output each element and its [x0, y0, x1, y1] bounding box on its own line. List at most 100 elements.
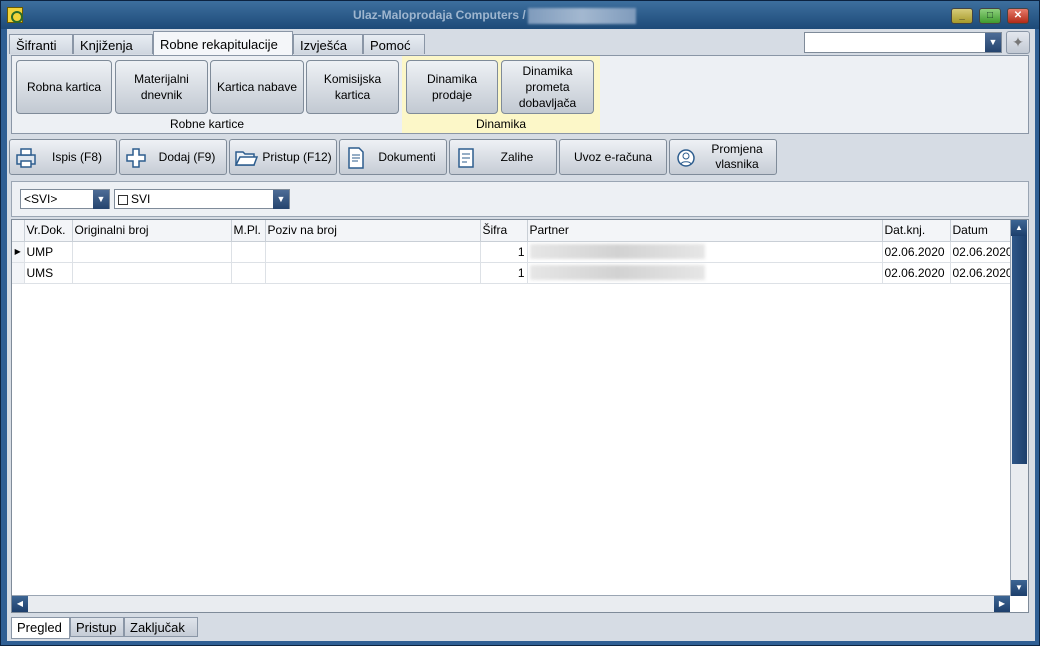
- main-window: Ulaz-Maloprodaja Computers / _ □ ✕ Šifra…: [0, 0, 1040, 646]
- documents-table: Vr.Dok. Originalni broj M.Pl. Poziv na b…: [12, 220, 1011, 284]
- cell-poziv-na-broj[interactable]: [265, 241, 481, 263]
- promjena-vlasnika-button[interactable]: Promjena vlasnika: [669, 139, 777, 175]
- scroll-right-icon[interactable]: ▶: [994, 596, 1010, 612]
- column-header[interactable]: Partner: [527, 220, 883, 242]
- table-row[interactable]: ▶ UMP 1 02.06.2020 02.06.2020: [12, 241, 1011, 263]
- cell-sifra[interactable]: 1: [480, 241, 528, 263]
- scroll-up-icon[interactable]: ▲: [1011, 220, 1027, 236]
- chevron-down-icon[interactable]: ▼: [273, 190, 289, 209]
- cell-partner[interactable]: [527, 262, 883, 284]
- tab-pomoc[interactable]: Pomoć: [363, 34, 425, 54]
- cell-originalni-broj[interactable]: [72, 262, 232, 284]
- ribbon-group-robne-kartice: Robna kartica Materijalni dnevnik Kartic…: [14, 56, 400, 133]
- tab-sifranti[interactable]: Šifranti: [9, 34, 73, 54]
- ribbon-group-label: Robne kartice: [169, 117, 245, 131]
- ribbon-group-label: Dinamika: [475, 117, 526, 131]
- horizontal-scrollbar[interactable]: ◀ ▶: [12, 595, 1010, 612]
- cell-datum[interactable]: 02.06.2020: [950, 241, 1011, 263]
- document-type-filter-value: <SVI>: [24, 192, 58, 206]
- folder-open-icon: [234, 151, 258, 166]
- client-area: Šifranti Knjiženja Robne rekapitulacije …: [7, 29, 1035, 641]
- close-button[interactable]: ✕: [1007, 8, 1029, 24]
- quick-search-combo[interactable]: ▼: [804, 32, 1002, 53]
- minimize-button[interactable]: _: [951, 8, 973, 24]
- kartica-nabave-button[interactable]: Kartica nabave: [210, 60, 304, 114]
- documents-grid: Vr.Dok. Originalni broj M.Pl. Poziv na b…: [11, 219, 1029, 613]
- uvoz-e-racuna-label: Uvoz e-računa: [573, 149, 653, 164]
- promjena-vlasnika-label: Promjena vlasnika: [711, 142, 763, 171]
- row-indicator-header: [12, 220, 25, 242]
- cell-mpl[interactable]: [231, 241, 266, 263]
- row-indicator: [12, 262, 25, 284]
- document-icon: [348, 147, 364, 169]
- pristup-label: Pristup (F12): [262, 149, 332, 164]
- toolbar: Ispis (F8) Dodaj (F9) Pristup (F12) Doku…: [9, 139, 1033, 177]
- column-header[interactable]: Šifra: [480, 220, 528, 242]
- redacted-partner: [529, 244, 705, 260]
- tab-pristup[interactable]: Pristup: [70, 617, 124, 637]
- ribbon: Robna kartica Materijalni dnevnik Kartic…: [11, 55, 1029, 134]
- scroll-thumb[interactable]: [1012, 236, 1027, 464]
- partner-filter[interactable]: SVI ▼: [114, 189, 290, 209]
- app-logo-icon: [7, 7, 23, 23]
- column-header[interactable]: Originalni broj: [72, 220, 232, 242]
- title-bar[interactable]: Ulaz-Maloprodaja Computers / _ □ ✕: [1, 1, 1039, 29]
- zalihe-label: Zalihe: [500, 149, 534, 164]
- printer-icon: [16, 148, 36, 168]
- document-type-filter[interactable]: <SVI> ▼: [20, 189, 110, 209]
- uvoz-e-racuna-button[interactable]: Uvoz e-računa: [559, 139, 667, 175]
- materijalni-dnevnik-button[interactable]: Materijalni dnevnik: [115, 60, 208, 114]
- dodaj-button[interactable]: Dodaj (F9): [119, 139, 227, 175]
- ispis-button[interactable]: Ispis (F8): [9, 139, 117, 175]
- komisijska-kartica-button[interactable]: Komisijska kartica: [306, 60, 399, 114]
- dodaj-label: Dodaj (F9): [158, 149, 216, 164]
- dinamika-prometa-dobavljaca-button[interactable]: Dinamika prometa dobavljača: [501, 60, 594, 114]
- cell-partner[interactable]: [527, 241, 883, 263]
- tab-robne-rekapitulacije[interactable]: Robne rekapitulacije: [153, 31, 293, 55]
- cell-datknj[interactable]: 02.06.2020: [882, 262, 951, 284]
- dinamika-prodaje-button[interactable]: Dinamika prodaje: [406, 60, 498, 114]
- redacted-partner: [529, 265, 705, 281]
- plus-icon: [126, 148, 146, 168]
- tab-zakljucak[interactable]: Zaključak: [124, 617, 198, 637]
- tab-pregled[interactable]: Pregled: [11, 617, 70, 639]
- cell-vrdok[interactable]: UMS: [24, 262, 73, 284]
- zalihe-button[interactable]: Zalihe: [449, 139, 557, 175]
- column-header[interactable]: Vr.Dok.: [24, 220, 73, 242]
- cell-poziv-na-broj[interactable]: [265, 262, 481, 284]
- change-owner-icon: [677, 149, 695, 167]
- maximize-button[interactable]: □: [979, 8, 1001, 24]
- table-row[interactable]: UMS 1 02.06.2020 02.06.2020: [12, 262, 1011, 284]
- tab-knjizenja[interactable]: Knjiženja: [73, 34, 153, 54]
- scroll-down-icon[interactable]: ▼: [1011, 580, 1027, 596]
- pristup-button[interactable]: Pristup (F12): [229, 139, 337, 175]
- vertical-scrollbar[interactable]: ▲ ▼: [1010, 220, 1028, 596]
- chevron-down-icon[interactable]: ▼: [985, 33, 1001, 52]
- cell-mpl[interactable]: [231, 262, 266, 284]
- filter-bar: <SVI> ▼ SVI ▼: [11, 181, 1029, 217]
- partner-filter-value: SVI: [131, 192, 151, 206]
- chevron-down-icon[interactable]: ▼: [93, 190, 109, 209]
- column-header[interactable]: M.Pl.: [231, 220, 266, 242]
- current-row-indicator-icon: ▶: [12, 241, 25, 263]
- scroll-left-icon[interactable]: ◀: [12, 596, 28, 612]
- dokumenti-button[interactable]: Dokumenti: [339, 139, 447, 175]
- tab-izvjesca[interactable]: Izvješća: [293, 34, 363, 54]
- ispis-label: Ispis (F8): [51, 149, 102, 164]
- dokumenti-label: Dokumenti: [378, 149, 436, 164]
- ribbon-group-dinamika: Dinamika prodaje Dinamika prometa dobavl…: [402, 56, 600, 133]
- column-header[interactable]: Dat.knj.: [882, 220, 951, 242]
- column-header[interactable]: Poziv na broj: [265, 220, 481, 242]
- cell-sifra[interactable]: 1: [480, 262, 528, 284]
- checkbox-icon[interactable]: [118, 194, 128, 205]
- redacted-title-part: [528, 8, 636, 24]
- window-title: Ulaz-Maloprodaja Computers /: [353, 8, 526, 22]
- column-header[interactable]: Datum: [950, 220, 1011, 242]
- robna-kartica-button[interactable]: Robna kartica: [16, 60, 112, 114]
- pin-icon[interactable]: ✦: [1006, 31, 1030, 54]
- inventory-icon: [458, 148, 474, 168]
- cell-datknj[interactable]: 02.06.2020: [882, 241, 951, 263]
- cell-vrdok[interactable]: UMP: [24, 241, 73, 263]
- cell-datum[interactable]: 02.06.2020: [950, 262, 1011, 284]
- cell-originalni-broj[interactable]: [72, 241, 232, 263]
